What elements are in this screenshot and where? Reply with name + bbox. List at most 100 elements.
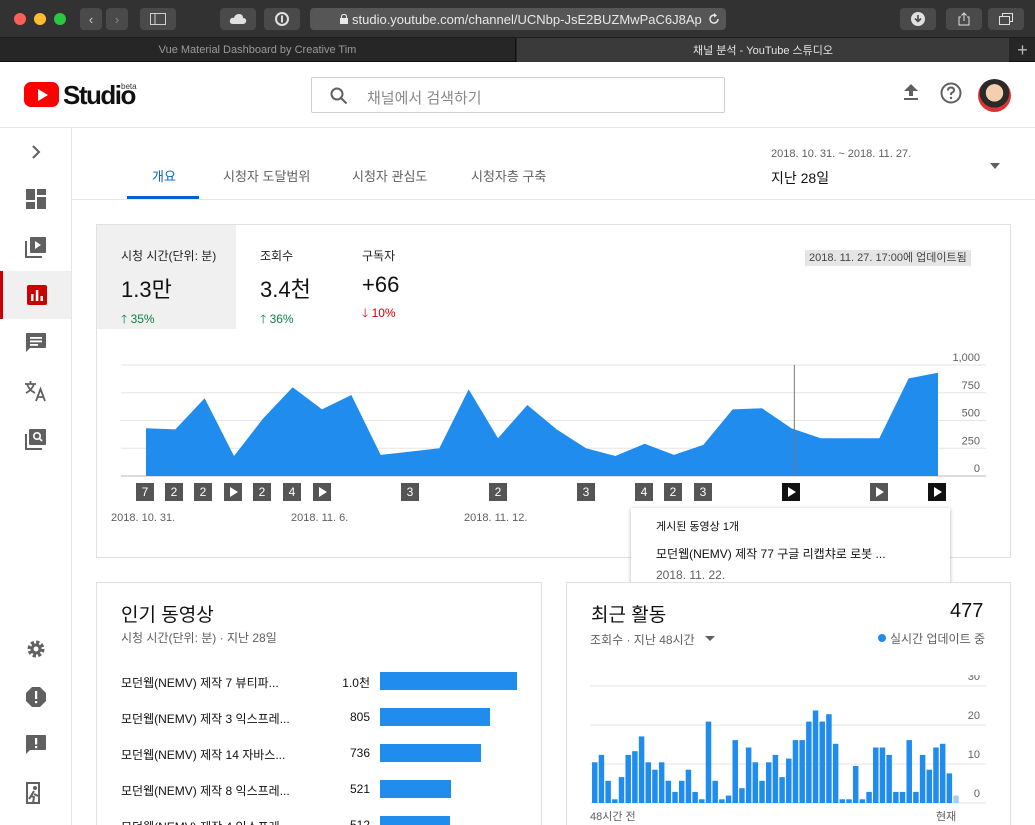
recent-bar[interactable] (826, 714, 832, 803)
recent-bar[interactable] (859, 799, 866, 803)
minimize-window-button[interactable] (34, 13, 46, 25)
recent-bar[interactable] (953, 795, 959, 803)
video-count-marker[interactable]: 2 (253, 483, 271, 501)
browser-tab[interactable]: Vue Material Dashboard by Creative Tim (0, 38, 516, 62)
recent-bar[interactable] (672, 791, 678, 803)
recent-bar[interactable] (839, 799, 846, 803)
overview-area-chart[interactable]: 1,000 750 500 250 0 (100, 345, 1000, 485)
zoom-window-button[interactable] (54, 13, 66, 25)
recent-bar[interactable] (645, 762, 652, 803)
new-tab-button[interactable]: + (1010, 38, 1035, 62)
series-area[interactable] (146, 372, 938, 476)
recent-bar[interactable] (772, 754, 779, 803)
metric-subscribers[interactable]: 구독자 +66 🡓 10% (338, 225, 428, 329)
tooltip-video-title[interactable]: 모던웹(NEMV) 제작 77 구글 리캡챠로 로봇 ... (656, 545, 950, 562)
recent-bar[interactable] (612, 799, 618, 803)
recent-bar[interactable] (939, 743, 946, 803)
video-published-marker[interactable] (928, 483, 946, 501)
back-button[interactable]: ‹ (80, 8, 102, 30)
sidebar-item-videos[interactable] (0, 223, 71, 271)
popular-video-bar[interactable] (380, 816, 450, 825)
tab-overview-button[interactable] (988, 8, 1024, 30)
reload-icon[interactable] (708, 13, 720, 25)
sidebar-item-analytics[interactable] (0, 271, 71, 319)
recent-bar[interactable] (638, 736, 645, 803)
sidebar-item-settings[interactable] (0, 625, 71, 673)
sidebar-item-creator-studio-classic[interactable] (0, 673, 71, 721)
recent-bar[interactable] (846, 799, 852, 803)
recent-bar[interactable] (893, 791, 899, 803)
sidebar-item-translations[interactable] (0, 367, 71, 415)
recent-bar[interactable] (632, 751, 638, 803)
recent-range-selector[interactable]: 조회수 · 지난 48시간 (588, 628, 718, 648)
recent-bar[interactable] (792, 740, 799, 803)
video-count-marker[interactable]: 4 (635, 483, 653, 501)
recent-bar[interactable] (745, 747, 752, 804)
recent-bar[interactable] (712, 780, 718, 803)
sidebar-expand-button[interactable] (0, 128, 71, 176)
video-count-marker[interactable]: 3 (694, 483, 712, 501)
recent-bar[interactable] (592, 762, 598, 803)
recent-bar[interactable] (852, 766, 859, 803)
recent-bar[interactable] (725, 795, 732, 803)
recent-bar[interactable] (618, 777, 625, 803)
recent-bar[interactable] (759, 780, 765, 803)
date-range-selector[interactable]: 2018. 10. 31. ~ 2018. 11. 27. 지난 28일 (765, 140, 1005, 190)
recent-bar[interactable] (692, 791, 698, 803)
recent-bar-chart[interactable]: 30 20 10 0 (588, 675, 988, 807)
downloads-button[interactable] (900, 8, 936, 30)
video-count-marker[interactable]: 3 (401, 483, 419, 501)
tab-overview[interactable]: 개요 (152, 166, 176, 185)
recent-bar[interactable] (732, 740, 738, 803)
help-button[interactable] (938, 82, 964, 108)
recent-bar[interactable] (926, 769, 933, 803)
popular-video-title[interactable]: 모던웹(NEMV) 제작 14 자바스... (121, 746, 285, 763)
recent-bar[interactable] (913, 791, 919, 803)
recent-bar[interactable] (866, 791, 872, 803)
recent-bar[interactable] (665, 780, 672, 803)
video-count-marker[interactable]: 4 (283, 483, 301, 501)
video-count-marker[interactable]: 7 (136, 483, 154, 501)
password-button[interactable] (264, 8, 300, 30)
recent-bar[interactable] (739, 788, 745, 803)
video-published-marker[interactable] (870, 483, 888, 501)
recent-bar[interactable] (652, 769, 658, 803)
recent-bar[interactable] (819, 721, 825, 803)
video-count-marker[interactable]: 2 (194, 483, 212, 501)
recent-bar[interactable] (605, 780, 611, 803)
video-published-marker[interactable] (313, 483, 331, 501)
video-count-marker[interactable]: 2 (664, 483, 682, 501)
popular-video-title[interactable]: 모던웹(NEMV) 제작 4 익스프레... (121, 818, 290, 825)
popular-video-bar[interactable] (380, 780, 451, 798)
recent-bar[interactable] (832, 743, 839, 803)
recent-bar[interactable] (946, 773, 953, 803)
recent-bar[interactable] (906, 740, 912, 803)
popular-video-title[interactable]: 모던웹(NEMV) 제작 3 익스프레... (121, 710, 290, 727)
recent-bar[interactable] (899, 791, 906, 803)
recent-bar[interactable] (806, 721, 812, 803)
recent-bar[interactable] (752, 762, 759, 803)
recent-bar[interactable] (919, 754, 926, 803)
tab-reach[interactable]: 시청자 도달범위 (223, 166, 310, 185)
recent-bar[interactable] (658, 762, 665, 803)
recent-bar[interactable] (699, 799, 705, 803)
sidebar-toggle-button[interactable] (140, 8, 176, 30)
popular-video-bar[interactable] (380, 672, 517, 690)
recent-bar[interactable] (678, 780, 685, 803)
sidebar-item-comments[interactable] (0, 319, 71, 367)
recent-bar[interactable] (879, 747, 886, 804)
youtube-logo-icon[interactable] (24, 82, 59, 107)
sidebar-item-copyright[interactable] (0, 415, 71, 463)
recent-bar[interactable] (598, 754, 605, 803)
video-count-marker[interactable]: 3 (577, 483, 595, 501)
recent-bar[interactable] (933, 747, 939, 804)
recent-bar[interactable] (779, 777, 785, 803)
video-published-marker[interactable] (224, 483, 242, 501)
popular-video-title[interactable]: 모던웹(NEMV) 제작 7 뷰티파... (121, 674, 279, 691)
video-count-marker[interactable]: 2 (165, 483, 183, 501)
recent-bar[interactable] (886, 754, 892, 803)
address-bar[interactable]: studio.youtube.com/channel/UCNbp-JsE2BUZ… (310, 8, 726, 30)
recent-bar[interactable] (625, 754, 631, 803)
sidebar-item-feedback[interactable] (0, 721, 71, 769)
video-count-marker[interactable]: 2 (489, 483, 507, 501)
